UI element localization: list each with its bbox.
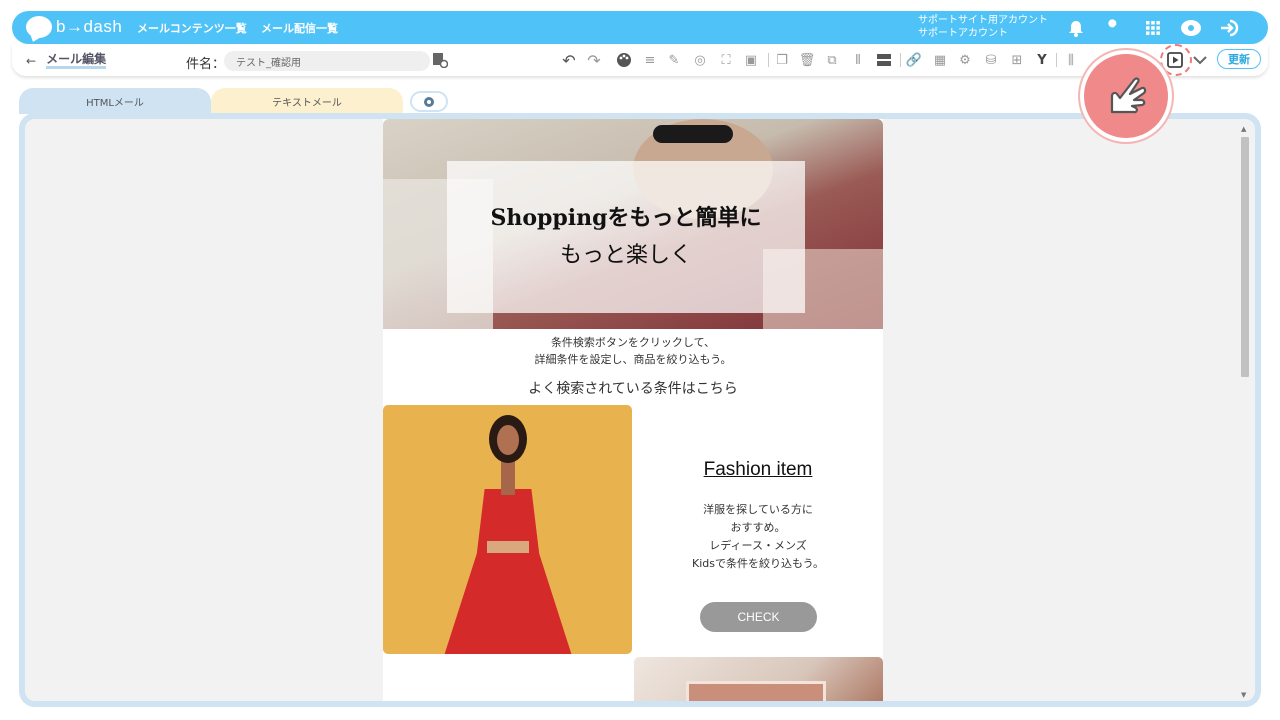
desc-line: レディース・メンズ	[709, 539, 807, 552]
fashion-item-title[interactable]: Fashion item	[633, 459, 883, 481]
bell-icon[interactable]	[1065, 17, 1087, 39]
target-icon[interactable]: ◎	[690, 50, 710, 70]
desc-line: 洋服を探している方に	[703, 503, 813, 516]
desc-line: Kidsで条件を絞り込もう。	[692, 557, 824, 570]
tab-text-mail[interactable]: テキストメール	[211, 88, 403, 114]
palette-icon[interactable]	[614, 50, 634, 70]
undo-icon[interactable]: ↶	[559, 50, 579, 70]
pen-icon[interactable]: ✎	[664, 50, 684, 70]
hero-headline: Shoppingをもっと簡単に	[490, 205, 762, 231]
wrench-icon[interactable]	[1102, 17, 1124, 39]
toolbar-divider	[900, 53, 901, 67]
support-chat-icon[interactable]	[1180, 17, 1202, 39]
editor-toolbar: ← メール編集 件名： ↶ ↷ ≡ ✎ ◎ ⛶ ▣ ❐ 🗑 ⧉ ⦀ 🔗 ▦ ⚙ …	[12, 44, 1268, 76]
intro-line: 詳細条件を設定し、商品を絞り込もう。	[534, 353, 732, 366]
account-name: サポートサイト用アカウント	[918, 15, 1048, 26]
logo-text: b→dash	[56, 17, 123, 36]
align-text-icon[interactable]: ≡	[640, 50, 660, 70]
toolbar-divider	[768, 53, 769, 67]
schedule-icon[interactable]	[430, 50, 450, 70]
link-icon[interactable]: 🔗	[904, 50, 924, 70]
hero-image[interactable]: Shoppingをもっと簡単に もっと楽しく	[383, 119, 883, 329]
subject-input[interactable]	[224, 51, 430, 71]
popular-conditions-heading: よく検索されている条件はこちら	[528, 381, 738, 397]
top-nav-bar: b→dash メールコンテンツ一覧 メール配信一覧 サポートサイト用アカウント …	[12, 11, 1268, 44]
subject-label: 件名：	[186, 57, 226, 72]
gears-icon[interactable]: ⚙	[955, 50, 975, 70]
intro-text: 条件検索ボタンをクリックして、 詳細条件を設定し、商品を絞り込もう。	[383, 334, 883, 368]
account-user: サポートアカウント	[918, 28, 1008, 39]
redo-icon[interactable]: ↷	[584, 50, 604, 70]
hero-sunglasses	[653, 125, 733, 143]
branch-icon[interactable]: Y	[1032, 50, 1052, 70]
logo-bubble-icon	[26, 16, 52, 38]
settings-gear-icon[interactable]	[410, 91, 448, 112]
scroll-thumb[interactable]	[1241, 137, 1249, 377]
toolbar-divider	[1056, 53, 1057, 67]
fashion-item-description: 洋服を探している方に おすすめ。 レディース・メンズ Kidsで条件を絞り込もう…	[633, 501, 883, 573]
back-label: メール編集	[46, 53, 107, 69]
back-link[interactable]: ← メール編集	[26, 53, 107, 69]
scroll-up-icon[interactable]: ▲	[1241, 125, 1246, 133]
add-block-icon[interactable]: ⊞	[1007, 50, 1027, 70]
copy-block-icon[interactable]: ❐	[772, 50, 792, 70]
intro-line: 条件検索ボタンをクリックして、	[550, 336, 716, 349]
chevron-down-icon[interactable]	[1190, 50, 1210, 70]
next-item-image[interactable]	[634, 657, 883, 701]
pointing-hand-icon	[1080, 50, 1172, 142]
logout-icon[interactable]	[1219, 17, 1241, 39]
editor-canvas: Shoppingをもっと簡単に もっと楽しく 条件検索ボタンをクリックして、 詳…	[19, 113, 1261, 707]
nav-mail-contents[interactable]: メールコンテンツ一覧	[137, 20, 247, 36]
nav-mail-delivery[interactable]: メール配信一覧	[261, 20, 338, 36]
red-dress	[443, 489, 573, 654]
model-belt	[487, 541, 529, 553]
scrollbar[interactable]: ▲ ▼	[1239, 125, 1251, 699]
duplicate-icon[interactable]: ⧉	[822, 50, 842, 70]
hero-text-box: Shoppingをもっと簡単に もっと楽しく	[447, 161, 805, 313]
account-info[interactable]: サポートサイト用アカウント サポートアカウント	[918, 14, 1048, 40]
rows-icon[interactable]	[874, 50, 894, 70]
model-face	[497, 425, 519, 455]
image-icon[interactable]: ▣	[741, 50, 761, 70]
fullscreen-icon[interactable]: ⛶	[716, 50, 736, 70]
columns-icon[interactable]: ⦀	[848, 50, 868, 70]
arrow-left-icon: ←	[26, 54, 37, 68]
email-preview: Shoppingをもっと簡単に もっと楽しく 条件検索ボタンをクリックして、 詳…	[383, 119, 883, 701]
tab-html-mail[interactable]: HTMLメール	[19, 88, 211, 114]
hero-subheadline: もっと楽しく	[559, 243, 692, 268]
grid-apps-icon[interactable]	[1142, 17, 1164, 39]
fashion-item-image[interactable]	[383, 405, 632, 654]
calendar-icon[interactable]: ▦	[930, 50, 950, 70]
database-icon[interactable]: ⛁	[981, 50, 1001, 70]
check-button[interactable]: CHECK	[700, 602, 817, 632]
update-button[interactable]: 更新	[1217, 49, 1261, 69]
bars-icon[interactable]: ⫼	[1061, 50, 1081, 70]
logo[interactable]: b→dash	[26, 16, 122, 38]
desc-line: おすすめ。	[730, 521, 786, 534]
trash-icon[interactable]: 🗑	[797, 50, 817, 70]
next-item-frame	[686, 681, 826, 701]
scroll-down-icon[interactable]: ▼	[1241, 691, 1246, 699]
